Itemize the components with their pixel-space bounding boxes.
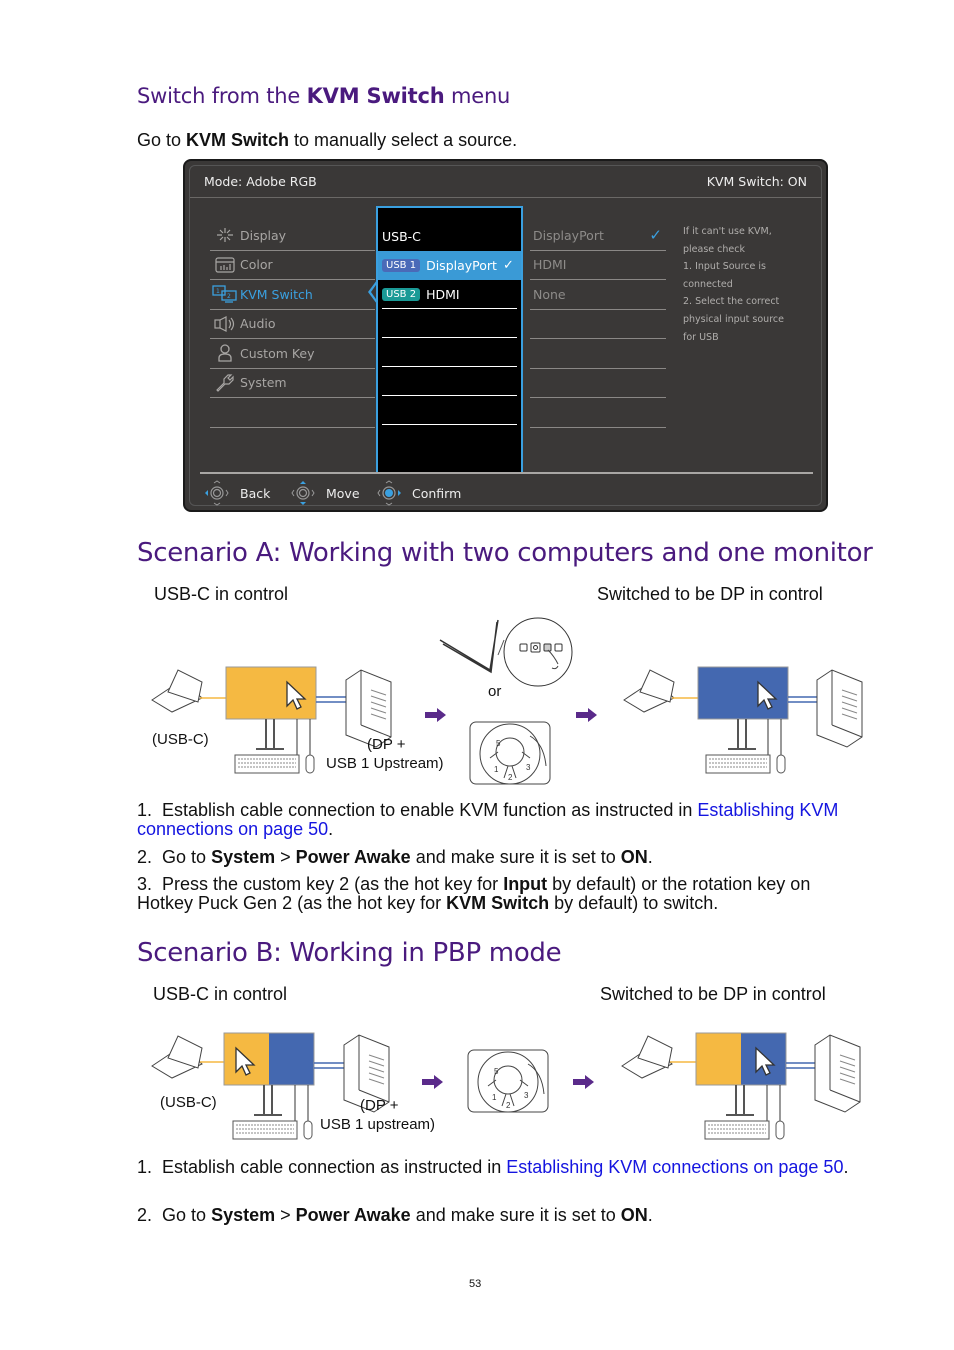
- mouse-icon: [776, 754, 786, 774]
- step-bold: KVM Switch: [446, 893, 550, 913]
- step-number: 2.: [137, 847, 153, 867]
- step-number: 1.: [137, 1157, 153, 1177]
- step-text: >: [275, 847, 296, 867]
- step-bold: System: [211, 847, 276, 867]
- computer-tower-icon: [816, 669, 863, 748]
- step-text-end: .: [843, 1157, 849, 1177]
- keyboard-icon: [234, 754, 300, 774]
- arrow-icon: [425, 708, 446, 722]
- scenario-b-right-caption: Switched to be DP in control: [600, 984, 826, 1004]
- label-usbc: (USB-C): [160, 1094, 217, 1111]
- mouse-icon: [775, 1120, 785, 1140]
- step-text: Establish cable connection to enable KVM…: [162, 800, 698, 820]
- monitor-stand: [726, 1085, 754, 1116]
- monitor-screen-usbc: [225, 666, 317, 720]
- monitor-stand: [256, 719, 284, 750]
- keyboard-icon: [705, 754, 771, 774]
- step-bold: ON: [620, 847, 648, 867]
- step-bold: ON: [620, 1205, 648, 1225]
- step-text: >: [275, 1205, 296, 1225]
- step-number: 1.: [137, 800, 153, 820]
- monitor-stand: [254, 1085, 282, 1116]
- page-number: 53: [469, 1278, 482, 1290]
- scenario-b-step-1: 1. Establish cable connection as instruc…: [137, 1158, 877, 1177]
- step-text-end: by default) to switch.: [549, 893, 719, 913]
- scenario-a-step-2: 2. Go to System > Power Awake and make s…: [137, 847, 653, 868]
- step-bold: Input: [503, 874, 548, 894]
- monitor-buttons-illustration: [439, 617, 573, 687]
- scenario-a-step-3: 3. Press the custom key 2 (as the hot ke…: [137, 875, 867, 913]
- monitor-stand: [728, 719, 756, 750]
- step-text-end: .: [647, 847, 653, 867]
- label-dp-line1: (DP +: [367, 736, 406, 753]
- arrow-icon: [422, 1075, 443, 1089]
- step-text: Go to: [162, 847, 212, 867]
- laptop-icon: [151, 1035, 203, 1079]
- scenario-a-diagram: 1 2 3 5 or: [151, 617, 863, 1140]
- label-usbc: (USB-C): [152, 731, 209, 748]
- label-dp-line1: (DP +: [360, 1097, 399, 1114]
- step-text-end: .: [647, 1205, 653, 1225]
- keyboard-icon: [232, 1120, 298, 1140]
- step-number: 2.: [137, 1205, 153, 1225]
- hotkey-puck-icon: [467, 1049, 549, 1113]
- arrow-icon: [576, 708, 597, 722]
- hotkey-puck-icon: [469, 721, 551, 785]
- keyboard-icon: [704, 1120, 770, 1140]
- step-text: Go to: [162, 1205, 212, 1225]
- step-text-end: .: [328, 819, 334, 839]
- scenario-b-title: Scenario B: Working in PBP mode: [137, 938, 562, 968]
- mouse-icon: [305, 754, 315, 774]
- pbp-right-screen: [269, 1033, 314, 1085]
- laptop-icon: [621, 1035, 673, 1079]
- scenario-a-step-1: 1. Establish cable connection to enable …: [137, 801, 857, 839]
- step-bold: Power Awake: [295, 847, 411, 867]
- step-bold: System: [211, 1205, 276, 1225]
- computer-tower-icon: [814, 1034, 861, 1113]
- step-text: Establish cable connection as instructed…: [162, 1157, 507, 1177]
- or-label: or: [488, 683, 501, 700]
- step-text: and make sure it is set to: [410, 1205, 621, 1225]
- step-number: 3.: [137, 874, 153, 894]
- laptop-icon: [151, 669, 203, 713]
- step-text: Press the custom key 2 (as the hot key f…: [162, 874, 504, 894]
- pbp-left-screen: [696, 1033, 741, 1085]
- arrow-icon: [573, 1075, 594, 1089]
- mouse-icon: [303, 1120, 313, 1140]
- monitor-screen-dp: [697, 666, 789, 720]
- label-dp-line2: USB 1 upstream): [320, 1116, 436, 1133]
- laptop-icon: [623, 669, 675, 713]
- label-dp-line2: USB 1 Upstream): [326, 755, 444, 772]
- step-text: and make sure it is set to: [410, 847, 621, 867]
- link-establishing-kvm-connections[interactable]: Establishing KVM connections on page 50: [506, 1157, 843, 1177]
- scenario-b-step-2: 2. Go to System > Power Awake and make s…: [137, 1205, 653, 1226]
- step-bold: Power Awake: [295, 1205, 411, 1225]
- scenario-b-left-caption: USB-C in control: [153, 984, 288, 1004]
